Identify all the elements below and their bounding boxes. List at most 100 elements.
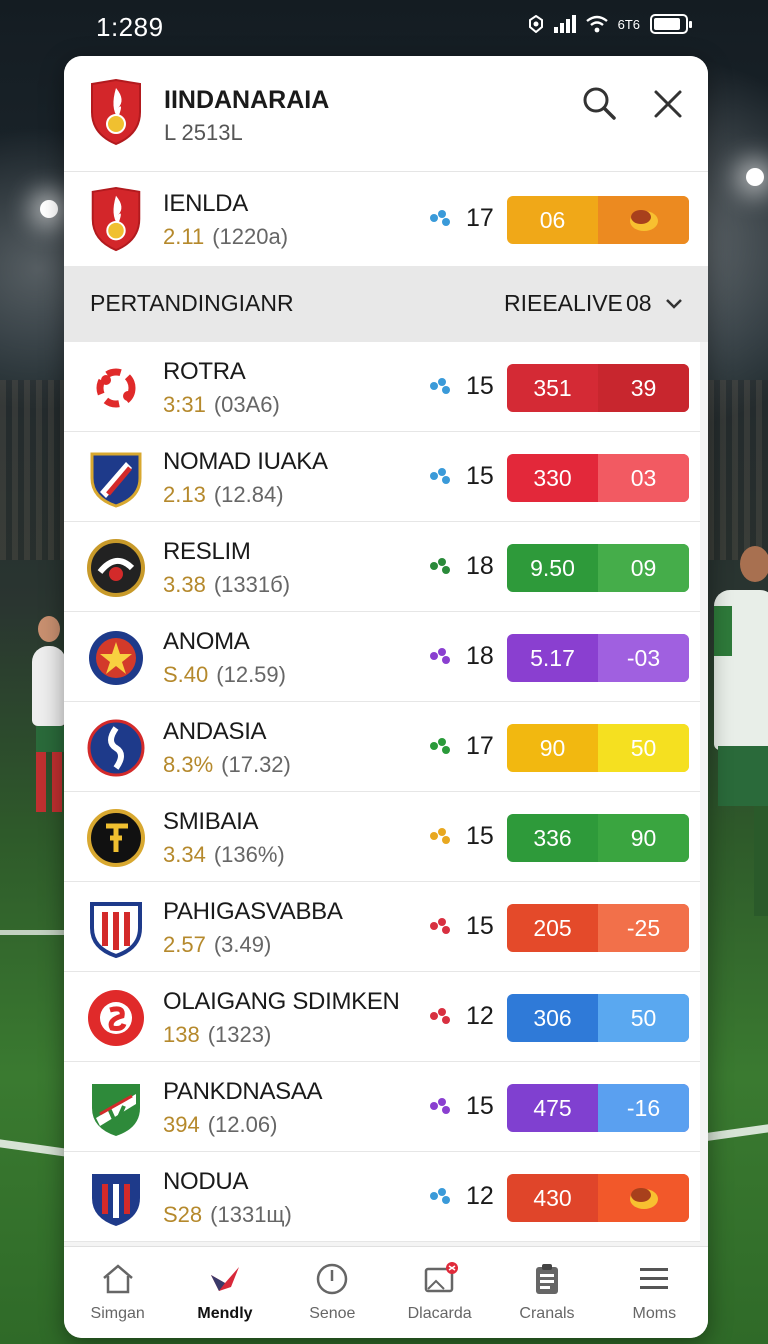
match-count: 12 (466, 1002, 494, 1030)
match-count: 17 (466, 732, 494, 760)
match-count: 15 (466, 372, 494, 400)
nav-label: Mendly (197, 1305, 253, 1322)
image-icon (424, 1262, 458, 1293)
search-icon[interactable] (580, 84, 620, 124)
score-pill[interactable]: 430 (507, 1174, 689, 1222)
team-crest-icon (86, 988, 146, 1048)
home-icon (102, 1264, 133, 1294)
bird-icon (210, 1267, 239, 1291)
score-pill[interactable]: 330 03 (507, 454, 689, 502)
team-row[interactable]: NODUA S28 (1331щ) 12 430 (64, 1152, 700, 1242)
team-detail: (17.32) (221, 752, 291, 777)
card-header: IINDANARAIA L 2513L (64, 56, 708, 172)
score-pill[interactable]: 336 90 (507, 814, 689, 862)
team-name: ANOMA (163, 628, 250, 655)
team-row[interactable]: PANKDNASAA 394 (12.06) 15 475 -16 (64, 1062, 700, 1152)
score-pill[interactable]: 306 50 (507, 994, 689, 1042)
team-stats: 138 (1323) (163, 1022, 271, 1048)
match-count: 15 (466, 822, 494, 850)
team-name: ANDASIA (163, 718, 267, 745)
team-stats: 394 (12.06) (163, 1112, 277, 1138)
score-pill[interactable]: 205 -25 (507, 904, 689, 952)
nav-item-moms[interactable]: Moms (601, 1247, 708, 1338)
team-row[interactable]: ANOMA S.40 (12.59) 18 5.17 -03 (64, 612, 700, 702)
team-row[interactable]: RESLIM 3.38 (1331б) 18 9.50 09 (64, 522, 700, 612)
match-count: 17 (466, 204, 494, 232)
team-crest-icon (86, 898, 146, 959)
nav-item-senoe[interactable]: Senoe (279, 1247, 386, 1338)
team-rating: 2.57 (163, 932, 206, 957)
pitch-line (0, 930, 70, 935)
team-crest-icon (86, 448, 146, 508)
team-crest-icon (86, 538, 146, 598)
filter-count[interactable]: 08 (626, 290, 652, 317)
notification-icon (528, 15, 543, 33)
team-name: ROTRA (163, 358, 246, 385)
menu-icon (640, 1268, 669, 1289)
nav-item-simgan[interactable]: Simgan (64, 1247, 171, 1338)
score-pill[interactable]: 90 50 (507, 724, 689, 772)
team-detail: (12.06) (207, 1112, 278, 1137)
team-name: NOMAD IUAKA (163, 448, 328, 475)
score-left: 205 (533, 914, 572, 941)
team-detail: (1220а) (212, 224, 289, 249)
score-right: -25 (598, 904, 689, 952)
team-name: SMIBAIA (163, 808, 259, 835)
page-title: IINDANARAIA (164, 86, 330, 114)
signal-icon (553, 15, 576, 33)
score-right: 09 (598, 544, 689, 592)
score-pill[interactable]: 06 (507, 196, 689, 244)
score-right: -03 (598, 634, 689, 682)
team-crest-icon (86, 808, 146, 868)
form-dots-icon (430, 738, 450, 754)
team-row[interactable]: NOMAD IUAKA 2.13 (12.84) 15 330 03 (64, 432, 700, 522)
team-detail: (12.84) (213, 482, 284, 507)
team-detail: (12.59) (216, 662, 286, 687)
league-card: IINDANARAIA L 2513L IENLDA 2.11 (1220а) 1… (64, 56, 708, 1338)
ball-icon (629, 210, 658, 231)
score-right: 50 (598, 724, 689, 772)
team-crest-icon (86, 1078, 146, 1138)
team-name: NODUA (163, 1168, 249, 1195)
page-subtitle: L 2513L (164, 120, 243, 145)
team-name: PAHIGASVABBA (163, 898, 343, 925)
wifi-icon (585, 15, 608, 33)
ball-icon (629, 1188, 658, 1209)
nav-item-dlacarda[interactable]: Dlacarda (386, 1247, 493, 1338)
status-icons: 6T6 (528, 14, 692, 34)
team-detail: (1331щ) (210, 1202, 292, 1227)
featured-team-row[interactable]: IENLDA 2.11 (1220а) 17 06 (64, 172, 708, 266)
network-type: 6T6 (617, 16, 640, 32)
team-name: OLAIGANG SDIMKEN (163, 988, 400, 1015)
team-rating: S28 (163, 1202, 203, 1227)
team-name: RESLIM (163, 538, 251, 565)
score-pill[interactable]: 475 -16 (507, 1084, 689, 1132)
score-pill[interactable]: 351 39 (507, 364, 689, 412)
match-count: 12 (466, 1182, 494, 1210)
team-stats: S28 (1331щ) (163, 1202, 292, 1228)
match-count: 15 (466, 462, 494, 490)
team-row[interactable]: ANDASIA 8.3% (17.32) 17 90 50 (64, 702, 700, 792)
team-rating: 3:31 (163, 392, 206, 417)
team-detail: (03A6) (213, 392, 280, 417)
team-row[interactable]: OLAIGANG SDIMKEN 138 (1323) 12 306 50 (64, 972, 700, 1062)
nav-item-mendly[interactable]: Mendly (171, 1247, 278, 1338)
team-stats: 3.38 (1331б) (163, 572, 290, 598)
team-row[interactable]: SMIBAIA 3.34 (136%) 15 336 90 (64, 792, 700, 882)
form-dots-icon (430, 918, 450, 934)
team-rating: 394 (163, 1112, 200, 1137)
score-pill[interactable]: 9.50 09 (507, 544, 689, 592)
team-stats: S.40 (12.59) (163, 662, 286, 688)
score-left: 330 (533, 464, 572, 491)
filter-label[interactable]: RIEEALIVE (504, 290, 623, 317)
team-stats: 8.3% (17.32) (163, 752, 291, 778)
close-icon[interactable] (648, 84, 688, 124)
team-row[interactable]: PAHIGASVABBA 2.57 (3.49) 15 205 -25 (64, 882, 700, 972)
chevron-down-icon[interactable] (664, 294, 684, 314)
section-header: PERTANDINGIANR RIEEALIVE 08 (64, 266, 708, 342)
score-pill[interactable]: 5.17 -03 (507, 634, 689, 682)
team-row[interactable]: ROTRA 3:31 (03A6) 15 351 39 (64, 342, 700, 432)
form-dots-icon (430, 1008, 450, 1024)
nav-item-cranals[interactable]: Cranals (493, 1247, 600, 1338)
score-left: 9.50 (530, 554, 575, 581)
